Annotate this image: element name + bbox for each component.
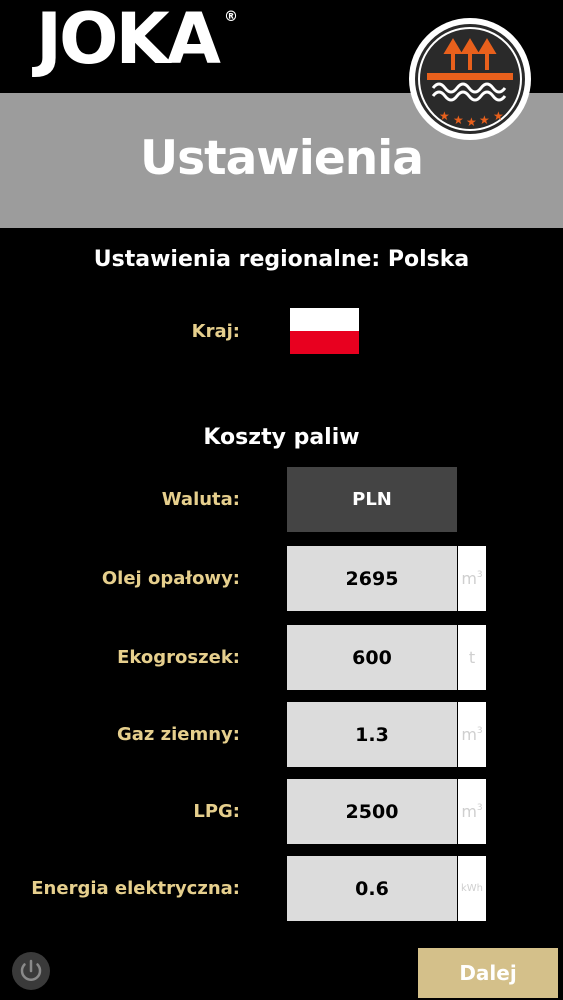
fuel-label-lpg: LPG: <box>193 801 240 822</box>
svg-text:★: ★ <box>453 113 464 127</box>
fuel-label-heating-oil: Olej opałowy: <box>101 568 240 589</box>
unit-text: m <box>461 802 477 821</box>
registered-mark: ® <box>223 9 238 25</box>
electricity-price-input[interactable]: 0.6 <box>287 856 457 921</box>
unit-text: kWh <box>460 883 484 894</box>
svg-text:★: ★ <box>466 115 477 129</box>
heating-oil-unit: m3 <box>458 546 486 611</box>
joka-logo: JOKA ® <box>36 4 238 74</box>
fuel-label-electricity: Energia elektryczna: <box>31 878 240 899</box>
lpg-price-input[interactable]: 2500 <box>287 779 457 844</box>
heating-badge-icon: ★ ★ ★ ★ ★ <box>409 18 531 140</box>
power-icon[interactable] <box>12 952 50 990</box>
currency-selector[interactable]: PLN <box>287 467 457 532</box>
eco-coal-unit: t <box>458 625 486 690</box>
lpg-unit: m3 <box>458 779 486 844</box>
flag-red-stripe <box>290 331 359 354</box>
unit-text: m <box>461 569 477 588</box>
unit-text: m <box>461 725 477 744</box>
natural-gas-unit: m3 <box>458 702 486 767</box>
unit-sup: 3 <box>476 569 483 580</box>
eco-coal-price-input[interactable]: 600 <box>287 625 457 690</box>
country-label: Kraj: <box>191 321 240 342</box>
fuel-label-natural-gas: Gaz ziemny: <box>116 724 240 745</box>
currency-label: Waluta: <box>161 489 240 510</box>
natural-gas-price-input[interactable]: 1.3 <box>287 702 457 767</box>
unit-sup: 3 <box>476 802 483 813</box>
logo-text: JOKA <box>36 0 221 80</box>
electricity-unit: kWh <box>458 856 486 921</box>
svg-text:★: ★ <box>439 109 450 123</box>
heating-oil-price-input[interactable]: 2695 <box>287 546 457 611</box>
svg-text:★: ★ <box>479 113 490 127</box>
fuel-costs-heading: Koszty paliw <box>203 425 360 450</box>
fuel-label-eco-coal: Ekogroszek: <box>117 647 240 668</box>
unit-sup: 3 <box>476 725 483 736</box>
svg-text:★: ★ <box>493 109 504 123</box>
flag-white-stripe <box>290 308 359 331</box>
country-flag-poland[interactable] <box>290 308 359 354</box>
regional-settings-heading: Ustawienia regionalne: Polska <box>93 247 470 272</box>
unit-text: t <box>468 648 476 667</box>
next-button[interactable]: Dalej <box>418 948 558 998</box>
